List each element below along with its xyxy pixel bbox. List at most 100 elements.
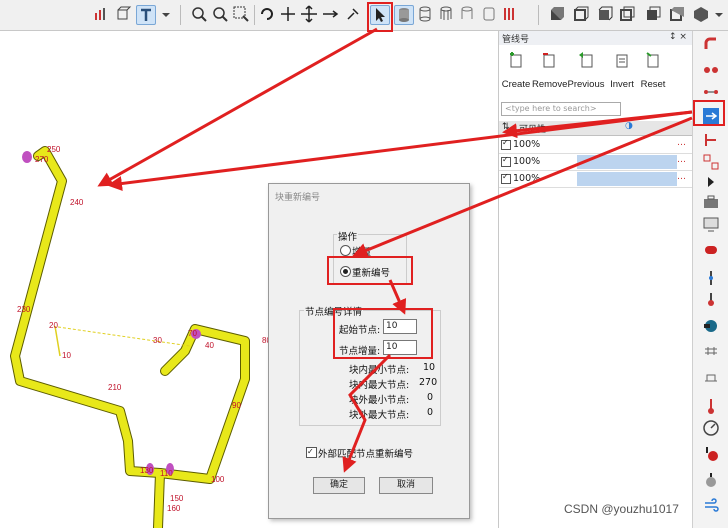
row-checkbox[interactable]: [501, 155, 511, 167]
row-color-swatch[interactable]: [577, 172, 677, 186]
annotation-box-fields: [333, 308, 433, 359]
row-more-button[interactable]: …: [677, 155, 689, 169]
toolbar-more-icon[interactable]: [710, 5, 728, 23]
invert-label: Invert: [610, 79, 634, 90]
reset-label: Reset: [640, 79, 666, 90]
panel-title-bar: 管线号 ↕ ×: [499, 31, 692, 45]
node-label: 90: [232, 401, 241, 410]
cancel-button[interactable]: 取消: [379, 477, 433, 494]
table-row[interactable]: 100% …: [499, 171, 692, 188]
node-label: 10: [62, 351, 71, 360]
previous-button[interactable]: Previous: [567, 49, 605, 103]
create-button[interactable]: Create: [501, 49, 531, 103]
external-label[interactable]: 外部匹配节点重新编号: [318, 446, 413, 460]
view-bottom-icon[interactable]: [668, 5, 686, 23]
node-label: 110: [160, 469, 173, 478]
increment-radio[interactable]: [340, 245, 351, 256]
invert-icon: [616, 54, 628, 68]
solid-pipe-icon[interactable]: [394, 5, 414, 25]
stat-label: 块内最大节点:: [349, 380, 410, 391]
stat-value: 270: [419, 377, 438, 388]
invert-button[interactable]: Invert: [606, 49, 638, 103]
view-top-icon[interactable]: [572, 5, 590, 23]
panel-pin-icon[interactable]: ↕ ×: [669, 32, 687, 42]
stat-label: 块内最小节点:: [349, 365, 410, 376]
row-value: 100%: [513, 173, 541, 184]
move-axis-icon[interactable]: [321, 5, 339, 23]
node-label: 30: [153, 336, 162, 345]
stat-label: 块外最大节点:: [349, 410, 410, 421]
section-icon[interactable]: [480, 5, 498, 23]
restraint-icon[interactable]: [702, 269, 720, 287]
node-label: 240: [70, 198, 84, 207]
text-tool-icon[interactable]: [136, 5, 156, 25]
dropdown-icon[interactable]: [157, 5, 175, 23]
vessel-icon[interactable]: [702, 241, 720, 259]
gauge-icon[interactable]: [702, 419, 720, 437]
expansion-icon[interactable]: [702, 369, 720, 387]
displacement-icon[interactable]: [702, 471, 720, 489]
previous-label: Previous: [567, 79, 605, 90]
row-more-button[interactable]: …: [677, 172, 689, 186]
bars-icon[interactable]: [501, 5, 519, 23]
grid-sort-icon[interactable]: ⇅: [502, 122, 510, 132]
display-icon[interactable]: [702, 215, 720, 233]
row-more-button[interactable]: …: [677, 138, 689, 152]
reset-button[interactable]: Reset: [638, 49, 668, 103]
create-icon: [510, 52, 522, 68]
row-value: 100%: [513, 139, 541, 150]
view-back-icon[interactable]: [644, 5, 662, 23]
pan-icon[interactable]: [300, 5, 318, 23]
wind-icon[interactable]: [702, 495, 720, 513]
break-icon[interactable]: [702, 131, 720, 149]
load-icon[interactable]: [702, 445, 720, 463]
panel-title: 管线号: [502, 35, 530, 45]
row-color-swatch[interactable]: [577, 155, 677, 169]
flange-icon[interactable]: [702, 343, 720, 361]
zoom-in-icon[interactable]: [190, 5, 208, 23]
hanger-icon[interactable]: [702, 291, 720, 309]
panel-search-input[interactable]: <type here to search>: [501, 102, 621, 116]
chart-tool-icon[interactable]: [92, 5, 110, 23]
view-side-icon[interactable]: [596, 5, 614, 23]
pin-icon[interactable]: [344, 5, 362, 23]
row-checkbox[interactable]: [501, 172, 511, 184]
operation-label: 操作: [337, 229, 359, 243]
connect-nodes-icon[interactable]: [702, 83, 720, 101]
table-row[interactable]: 100% …: [499, 137, 692, 154]
node-pair-icon[interactable]: [702, 61, 720, 79]
view-front-icon[interactable]: [548, 5, 566, 23]
hidden-pipe-icon[interactable]: [437, 5, 455, 23]
annotation-box-option: [327, 256, 413, 285]
annotation-box-renumber: [693, 100, 725, 126]
grid-header-visibility[interactable]: 可见性: [519, 122, 546, 135]
expand-arrow-icon[interactable]: [702, 173, 720, 191]
node-label: 20: [49, 321, 58, 330]
thermometer-icon[interactable]: [702, 397, 720, 415]
box-tool-icon[interactable]: [114, 5, 132, 23]
grid-color-icon[interactable]: ◑: [625, 121, 633, 131]
row-checkbox[interactable]: [501, 138, 511, 150]
wire-pipe-icon[interactable]: [416, 5, 434, 23]
toolbox-icon[interactable]: [702, 193, 720, 211]
reset-icon: [646, 52, 659, 68]
grid-header: ⇅ 可见性 ◑: [499, 121, 692, 136]
remove-icon: [543, 53, 555, 68]
row-value: 100%: [513, 156, 541, 167]
table-row[interactable]: 100% …: [499, 154, 692, 171]
rotate-icon[interactable]: [258, 5, 276, 23]
outline-pipe-icon[interactable]: [458, 5, 476, 23]
view-3d-icon[interactable]: [692, 5, 710, 23]
create-label: Create: [501, 79, 531, 90]
remove-button[interactable]: Remove: [532, 49, 567, 103]
view-iso-icon[interactable]: [618, 5, 636, 23]
nozzle-icon[interactable]: [702, 317, 720, 335]
pipe-bend-icon[interactable]: [702, 35, 720, 53]
external-checkbox[interactable]: ✓: [306, 447, 317, 458]
pipe-model: [11, 147, 249, 528]
zoom-out-icon[interactable]: [211, 5, 229, 23]
ok-button[interactable]: 确定: [313, 477, 365, 494]
split-icon[interactable]: [702, 153, 720, 171]
orbit-icon[interactable]: [279, 5, 297, 23]
zoom-window-icon[interactable]: [232, 5, 250, 23]
